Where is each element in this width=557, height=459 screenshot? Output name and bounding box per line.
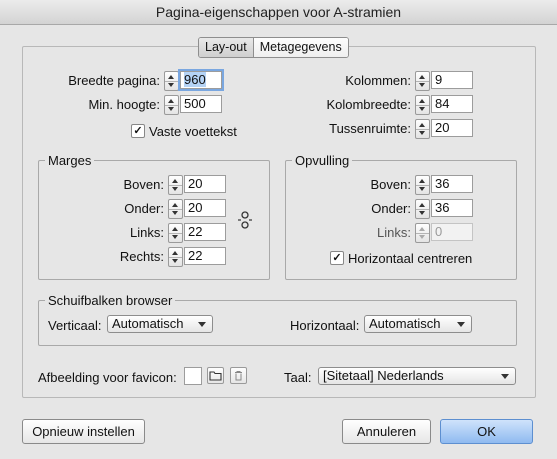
margin-left-label: Links: (130, 225, 164, 240)
padding-left-stepper (415, 223, 430, 243)
vertical-select[interactable]: Automatisch (107, 315, 213, 333)
center-horizontal-label: Horizontaal centreren (348, 251, 473, 266)
gutter-stepper[interactable] (415, 119, 430, 139)
column-width-label: Kolombreedte: (326, 97, 411, 112)
center-horizontal-checkbox[interactable]: ✓ (330, 251, 344, 265)
page-width-field[interactable]: 960 (178, 69, 224, 91)
padding-top-label: Boven: (370, 177, 411, 192)
chevron-down-icon (198, 322, 206, 327)
favicon-label: Afbeelding voor favicon: (38, 370, 177, 385)
padding-title: Opvulling (292, 153, 353, 168)
margin-bottom-label: Onder: (124, 201, 164, 216)
cancel-button[interactable]: Annuleren (342, 419, 431, 444)
columns-stepper[interactable] (415, 71, 430, 91)
language-label: Taal: (284, 370, 312, 385)
margin-right-stepper[interactable] (168, 247, 183, 267)
columns-field[interactable]: 9 (431, 71, 473, 89)
column-width-stepper[interactable] (415, 95, 430, 115)
favicon-preview (184, 367, 202, 385)
folder-icon (209, 371, 222, 381)
language-select[interactable]: [Sitetaal] Nederlands (318, 367, 516, 385)
min-height-field[interactable]: 500 (180, 95, 222, 113)
link-icon[interactable] (237, 211, 253, 229)
horizontal-select[interactable]: Automatisch (364, 315, 472, 333)
checkmark-icon: ✓ (133, 125, 143, 137)
ok-button[interactable]: OK (440, 419, 533, 444)
padding-left-label: Links: (377, 225, 411, 240)
margin-left-stepper[interactable] (168, 223, 183, 243)
reset-button[interactable]: Opnieuw instellen (22, 419, 145, 444)
page-width-stepper[interactable] (164, 71, 179, 91)
favicon-delete-button[interactable] (230, 367, 247, 384)
vertical-label: Verticaal: (48, 318, 102, 333)
checkmark-icon: ✓ (332, 252, 342, 264)
gutter-field[interactable]: 20 (431, 119, 473, 137)
padding-top-field[interactable]: 36 (431, 175, 473, 193)
column-width-field[interactable]: 84 (431, 95, 473, 113)
columns-label: Kolommen: (345, 73, 411, 88)
favicon-browse-button[interactable] (207, 367, 224, 384)
margin-bottom-field[interactable]: 20 (184, 199, 226, 217)
window-title: Pagina-eigenschappen voor A-stramien (0, 0, 557, 25)
fixed-footer-label: Vaste voettekst (149, 124, 237, 139)
margin-top-field[interactable]: 20 (184, 175, 226, 193)
min-height-label: Min. hoogte: (88, 97, 160, 112)
min-height-stepper[interactable] (164, 95, 179, 115)
padding-bottom-stepper[interactable] (415, 199, 430, 219)
tab-bar: Lay-out Metagegevens (198, 37, 349, 58)
chevron-down-icon (457, 322, 465, 327)
chevron-down-icon (501, 374, 509, 379)
padding-bottom-field[interactable]: 36 (431, 199, 473, 217)
padding-bottom-label: Onder: (371, 201, 411, 216)
margin-right-field[interactable]: 22 (184, 247, 226, 265)
padding-top-stepper[interactable] (415, 175, 430, 195)
page-width-label: Breedte pagina: (68, 73, 160, 88)
trash-icon (235, 371, 242, 381)
margin-left-field[interactable]: 22 (184, 223, 226, 241)
gutter-label: Tussenruimte: (329, 121, 411, 136)
fixed-footer-checkbox[interactable]: ✓ (131, 124, 145, 138)
margin-top-label: Boven: (123, 177, 164, 192)
padding-left-field: 0 (431, 223, 473, 241)
margin-bottom-stepper[interactable] (168, 199, 183, 219)
margin-right-label: Rechts: (119, 249, 164, 264)
horizontal-label: Horizontaal: (290, 318, 360, 333)
tab-layout[interactable]: Lay-out (199, 38, 254, 57)
margins-title: Marges (45, 153, 95, 168)
tab-metadata[interactable]: Metagegevens (253, 38, 348, 57)
margin-top-stepper[interactable] (168, 175, 183, 195)
scrollbars-title: Schuifbalken browser (45, 293, 176, 308)
